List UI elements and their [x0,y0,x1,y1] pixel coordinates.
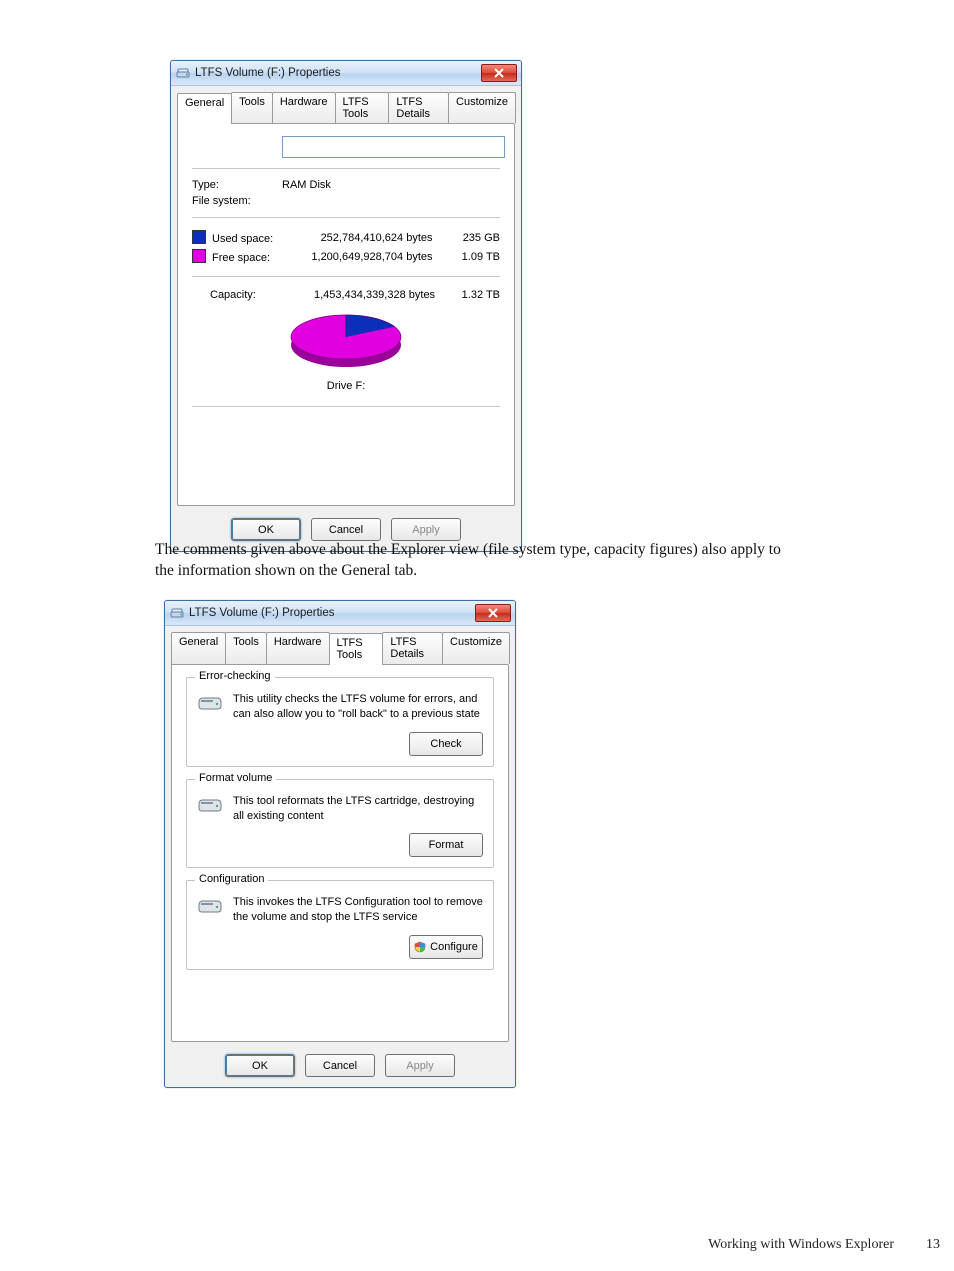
check-button[interactable]: Check [409,732,483,756]
volume-name-input[interactable] [282,136,505,158]
configure-button-label: Configure [430,941,478,953]
tab-general[interactable]: General [177,93,232,124]
footer-section: Working with Windows Explorer [708,1237,894,1252]
ok-button[interactable]: OK [231,518,301,541]
cancel-button[interactable]: Cancel [305,1054,375,1077]
tab-panel-ltfs-tools: Error-checking This utility checks the L… [171,664,509,1042]
body-paragraph: The comments given above about the Explo… [155,540,795,582]
used-bytes: 252,784,410,624 bytes [293,228,448,247]
tab-ltfs-tools[interactable]: LTFS Tools [329,633,384,665]
capacity-bytes: 1,453,434,339,328 bytes [299,287,451,303]
close-button[interactable] [475,604,511,622]
tab-customize[interactable]: Customize [448,92,516,123]
group-title: Format volume [195,772,276,784]
tab-ltfs-tools[interactable]: LTFS Tools [335,92,390,123]
window-title: LTFS Volume (F:) Properties [195,67,481,79]
titlebar[interactable]: LTFS Volume (F:) Properties [165,601,515,626]
uac-shield-icon [414,941,426,953]
group-configuration: Configuration This invokes the LTFS Conf… [186,880,494,970]
used-swatch-icon [192,230,206,244]
free-label: Free space: [212,252,270,264]
close-icon [493,68,505,78]
page-number: 13 [908,1237,940,1253]
type-value: RAM Disk [282,179,331,191]
group-format-volume: Format volume This tool reformats the LT… [186,779,494,869]
drive-icon [197,895,223,915]
apply-button[interactable]: Apply [391,518,461,541]
tab-hardware[interactable]: Hardware [266,632,330,664]
group-description: This tool reformats the LTFS cartridge, … [233,794,483,824]
separator [192,276,500,277]
properties-dialog-general: LTFS Volume (F:) Properties General Tool… [170,60,522,552]
tab-ltfs-details[interactable]: LTFS Details [388,92,449,123]
apply-button[interactable]: Apply [385,1054,455,1077]
window-title: LTFS Volume (F:) Properties [189,607,475,619]
tab-hardware[interactable]: Hardware [272,92,336,123]
close-icon [487,608,499,618]
configure-button[interactable]: Configure [409,935,483,959]
drive-label: Drive F: [192,380,500,392]
tab-tools[interactable]: Tools [231,92,273,123]
separator [192,406,500,407]
separator [192,217,500,218]
group-title: Error-checking [195,670,275,682]
used-label: Used space: [212,233,273,245]
drive-icon [197,692,223,712]
tabstrip: General Tools Hardware LTFS Tools LTFS D… [165,626,515,664]
capacity-row: Capacity: 1,453,434,339,328 bytes 1.32 T… [192,287,500,303]
free-swatch-icon [192,249,206,263]
tab-tools[interactable]: Tools [225,632,267,664]
cancel-button[interactable]: Cancel [311,518,381,541]
app-icon [175,65,191,81]
titlebar[interactable]: LTFS Volume (F:) Properties [171,61,521,86]
capacity-human: 1.32 TB [451,287,500,303]
tabstrip: General Tools Hardware LTFS Tools LTFS D… [171,86,521,123]
space-table: Used space: 252,784,410,624 bytes 235 GB… [192,228,500,266]
separator [192,168,500,169]
close-button[interactable] [481,64,517,82]
tab-panel-general: Type: RAM Disk File system: Used space: … [177,123,515,506]
tab-ltfs-details[interactable]: LTFS Details [382,632,443,664]
tab-customize[interactable]: Customize [442,632,510,664]
dialog-button-row: OK Cancel Apply [165,1048,515,1087]
used-human: 235 GB [449,228,501,247]
format-button[interactable]: Format [409,833,483,857]
free-bytes: 1,200,649,928,704 bytes [293,247,448,266]
free-human: 1.09 TB [449,247,501,266]
drive-icon [197,794,223,814]
group-description: This utility checks the LTFS volume for … [233,692,483,722]
capacity-label: Capacity: [192,287,299,303]
app-icon [169,605,185,621]
filesystem-label: File system: [192,195,282,207]
group-description: This invokes the LTFS Configuration tool… [233,895,483,925]
ok-button[interactable]: OK [225,1054,295,1077]
type-label: Type: [192,179,282,191]
tab-general[interactable]: General [171,632,226,664]
group-title: Configuration [195,873,268,885]
page-footer: Working with Windows Explorer 13 [0,1237,940,1253]
group-error-checking: Error-checking This utility checks the L… [186,677,494,767]
usage-pie-chart [192,311,500,374]
properties-dialog-ltfs-tools: LTFS Volume (F:) Properties General Tool… [164,600,516,1088]
